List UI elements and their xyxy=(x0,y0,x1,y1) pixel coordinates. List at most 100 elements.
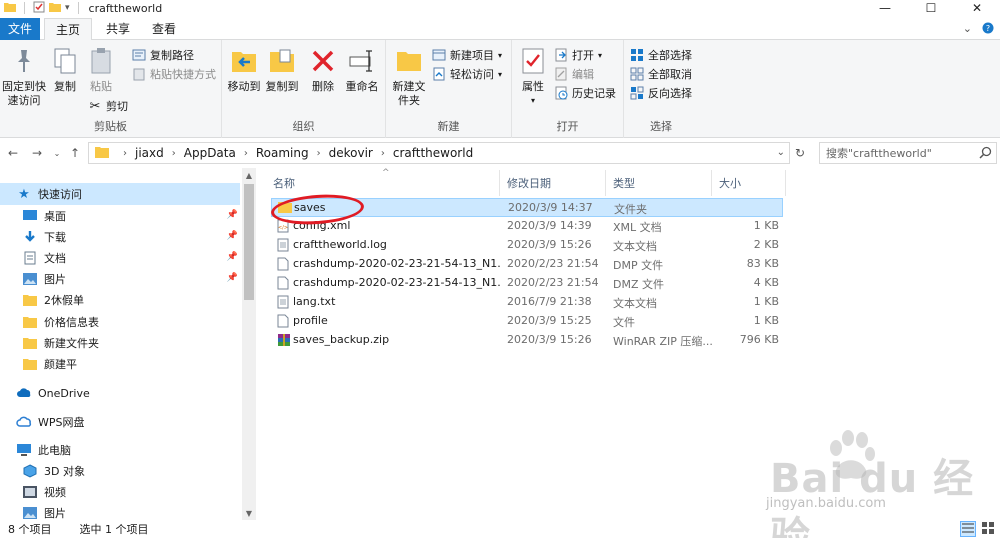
properties-button[interactable]: 属性 ▾ xyxy=(518,46,548,108)
scroll-up-icon[interactable]: ▲ xyxy=(242,168,256,182)
select-group: 全部选择 全部取消 反向选择 选择 xyxy=(624,40,698,138)
tab-home[interactable]: 主页 xyxy=(44,18,92,41)
column-header-type[interactable]: 类型 xyxy=(606,170,712,196)
file-row-saves-backup[interactable]: saves_backup.zip 2020/3/9 15:26 WinRAR Z… xyxy=(271,331,783,350)
nav-item-onedrive[interactable]: OneDrive xyxy=(0,382,240,404)
pin-to-quick-access-button[interactable]: 固定到快速访问 xyxy=(2,46,46,108)
chevron-down-icon: ▾ xyxy=(598,50,603,60)
breadcrumb-appdata[interactable]: AppData xyxy=(184,146,236,160)
picture-icon xyxy=(22,271,38,287)
pin-icon[interactable]: 📌 xyxy=(227,252,238,262)
new-folder-icon[interactable] xyxy=(49,2,61,15)
open-button[interactable]: 打开 ▾ xyxy=(554,46,602,64)
nav-item-documents[interactable]: 文档 📌 xyxy=(0,247,240,269)
address-bar[interactable]: › jiaxd › AppData › Roaming › dekovir › … xyxy=(88,142,790,164)
nav-item-folder-yan[interactable]: 颜建平 xyxy=(0,353,240,375)
file-size: 2 KB xyxy=(753,238,779,251)
delete-button[interactable]: 删除 xyxy=(310,46,336,94)
ribbon-tabs: 文件 主页 共享 查看 ⌄ ? xyxy=(0,18,1000,41)
back-button[interactable]: ← xyxy=(4,144,22,162)
nav-item-label: 快速访问 xyxy=(38,188,82,201)
history-button[interactable]: 历史记录 xyxy=(554,84,616,102)
file-row-config[interactable]: </> config.xml 2020/3/9 14:39 XML 文档 1 K… xyxy=(271,217,783,236)
column-header-date[interactable]: 修改日期 xyxy=(500,170,606,196)
chevron-right-icon: › xyxy=(123,147,127,159)
file-row-saves[interactable]: saves 2020/3/9 14:37 文件夹 xyxy=(271,198,783,217)
column-header-label: 名称 xyxy=(273,177,295,190)
nav-item-folder-new-folder[interactable]: 新建文件夹 xyxy=(0,332,240,354)
properties-icon[interactable] xyxy=(33,1,45,16)
file-row-crashdump-dmz[interactable]: crashdump-2020-02-23-21-54-13_N1... 2020… xyxy=(271,274,783,293)
move-to-label: 移动到 xyxy=(227,80,261,93)
column-header-name[interactable]: 名称 ^ xyxy=(266,168,500,196)
breadcrumb-roaming[interactable]: Roaming xyxy=(256,146,309,160)
recent-locations-button[interactable]: ⌄ xyxy=(48,144,66,162)
select-none-button[interactable]: 全部取消 xyxy=(630,65,692,83)
file-row-lang[interactable]: lang.txt 2016/7/9 21:38 文本文档 1 KB xyxy=(271,293,783,312)
pin-icon[interactable]: 📌 xyxy=(227,210,238,220)
search-input[interactable]: 搜索"crafttheworld" xyxy=(819,142,997,164)
nav-item-folder-leave-form[interactable]: 2休假单 xyxy=(0,289,240,311)
file-row-profile[interactable]: profile 2020/3/9 15:25 文件 1 KB xyxy=(271,312,783,331)
copy-to-icon xyxy=(267,46,297,76)
nav-item-wps-cloud[interactable]: WPS网盘 xyxy=(0,411,240,433)
nav-item-desktop[interactable]: 桌面 📌 xyxy=(0,205,240,227)
window-title: crafttheworld xyxy=(88,1,163,15)
paste-button[interactable]: 粘贴 xyxy=(86,46,116,94)
breadcrumb-crafttheworld[interactable]: crafttheworld xyxy=(393,146,473,160)
nav-pane-scrollbar[interactable]: ▲ ▼ xyxy=(242,168,256,520)
nav-item-this-pc[interactable]: 此电脑 xyxy=(0,439,240,461)
pin-icon xyxy=(9,46,39,76)
ribbon: 固定到快速访问 复制 粘贴 复制路径 粘贴快捷方式 ✂ 剪切 剪贴板 移动到 复… xyxy=(0,40,1000,138)
download-icon xyxy=(22,229,38,245)
column-header-label: 修改日期 xyxy=(507,177,551,190)
help-icon[interactable]: ? xyxy=(982,22,994,37)
pin-icon[interactable]: 📌 xyxy=(227,231,238,241)
tab-file[interactable]: 文件 xyxy=(0,18,40,40)
paste-shortcut-button[interactable]: 粘贴快捷方式 xyxy=(132,65,216,83)
maximize-button[interactable]: ☐ xyxy=(908,0,954,16)
move-to-button[interactable]: 移动到 xyxy=(226,46,262,94)
copy-path-button[interactable]: 复制路径 xyxy=(132,46,194,64)
new-folder-label: 新建文件夹 xyxy=(392,80,426,107)
copy-button[interactable]: 复制 xyxy=(50,46,80,94)
new-item-button[interactable]: 新建项目 ▾ xyxy=(432,46,502,64)
divider xyxy=(24,2,25,14)
nav-item-folder-price-info[interactable]: 价格信息表 xyxy=(0,311,240,333)
file-row-crashdump-dmp[interactable]: crashdump-2020-02-23-21-54-13_N1... 2020… xyxy=(271,255,783,274)
copy-to-button[interactable]: 复制到 xyxy=(264,46,300,94)
cut-button[interactable]: ✂ 剪切 xyxy=(88,97,128,115)
invert-selection-button[interactable]: 反向选择 xyxy=(630,84,692,102)
tab-view[interactable]: 查看 xyxy=(144,18,184,40)
up-button[interactable]: ↑ xyxy=(66,144,84,162)
tab-share[interactable]: 共享 xyxy=(98,18,138,40)
close-button[interactable]: ✕ xyxy=(954,0,1000,16)
details-view-button[interactable] xyxy=(960,521,976,537)
scroll-thumb[interactable] xyxy=(244,184,254,300)
nav-item-quick-access[interactable]: ★ 快速访问 xyxy=(0,183,240,205)
nav-item-3d-objects[interactable]: 3D 对象 xyxy=(0,460,240,482)
pin-icon[interactable]: 📌 xyxy=(227,273,238,283)
nav-item-pictures[interactable]: 图片 📌 xyxy=(0,268,240,290)
chevron-down-icon[interactable]: ⌄ xyxy=(777,147,785,158)
nav-item-downloads[interactable]: 下载 📌 xyxy=(0,226,240,248)
expand-ribbon-icon[interactable]: ⌄ xyxy=(963,22,972,37)
breadcrumb-jiaxd[interactable]: jiaxd xyxy=(135,146,164,160)
edit-button[interactable]: 编辑 xyxy=(554,65,594,83)
invert-selection-label: 反向选择 xyxy=(648,87,692,100)
customize-toolbar-icon[interactable]: ▾ xyxy=(65,3,70,13)
minimize-button[interactable]: — xyxy=(862,0,908,16)
breadcrumb-dekovir[interactable]: dekovir xyxy=(329,146,373,160)
organize-group: 移动到 复制到 删除 重命名 组织 xyxy=(222,40,386,138)
large-icons-view-button[interactable] xyxy=(980,521,996,537)
column-header-size[interactable]: 大小 xyxy=(712,170,786,196)
nav-item-videos[interactable]: 视频 xyxy=(0,481,240,503)
new-folder-button[interactable]: 新建文件夹 xyxy=(390,46,428,108)
file-row-log[interactable]: crafttheworld.log 2020/3/9 15:26 文本文档 2 … xyxy=(271,236,783,255)
refresh-button[interactable]: ↻ xyxy=(792,145,808,161)
scroll-down-icon[interactable]: ▼ xyxy=(242,506,256,520)
select-all-button[interactable]: 全部选择 xyxy=(630,46,692,64)
forward-button[interactable]: → xyxy=(28,144,46,162)
rename-button[interactable]: 重命名 xyxy=(344,46,380,94)
easy-access-button[interactable]: 轻松访问 ▾ xyxy=(432,65,502,83)
